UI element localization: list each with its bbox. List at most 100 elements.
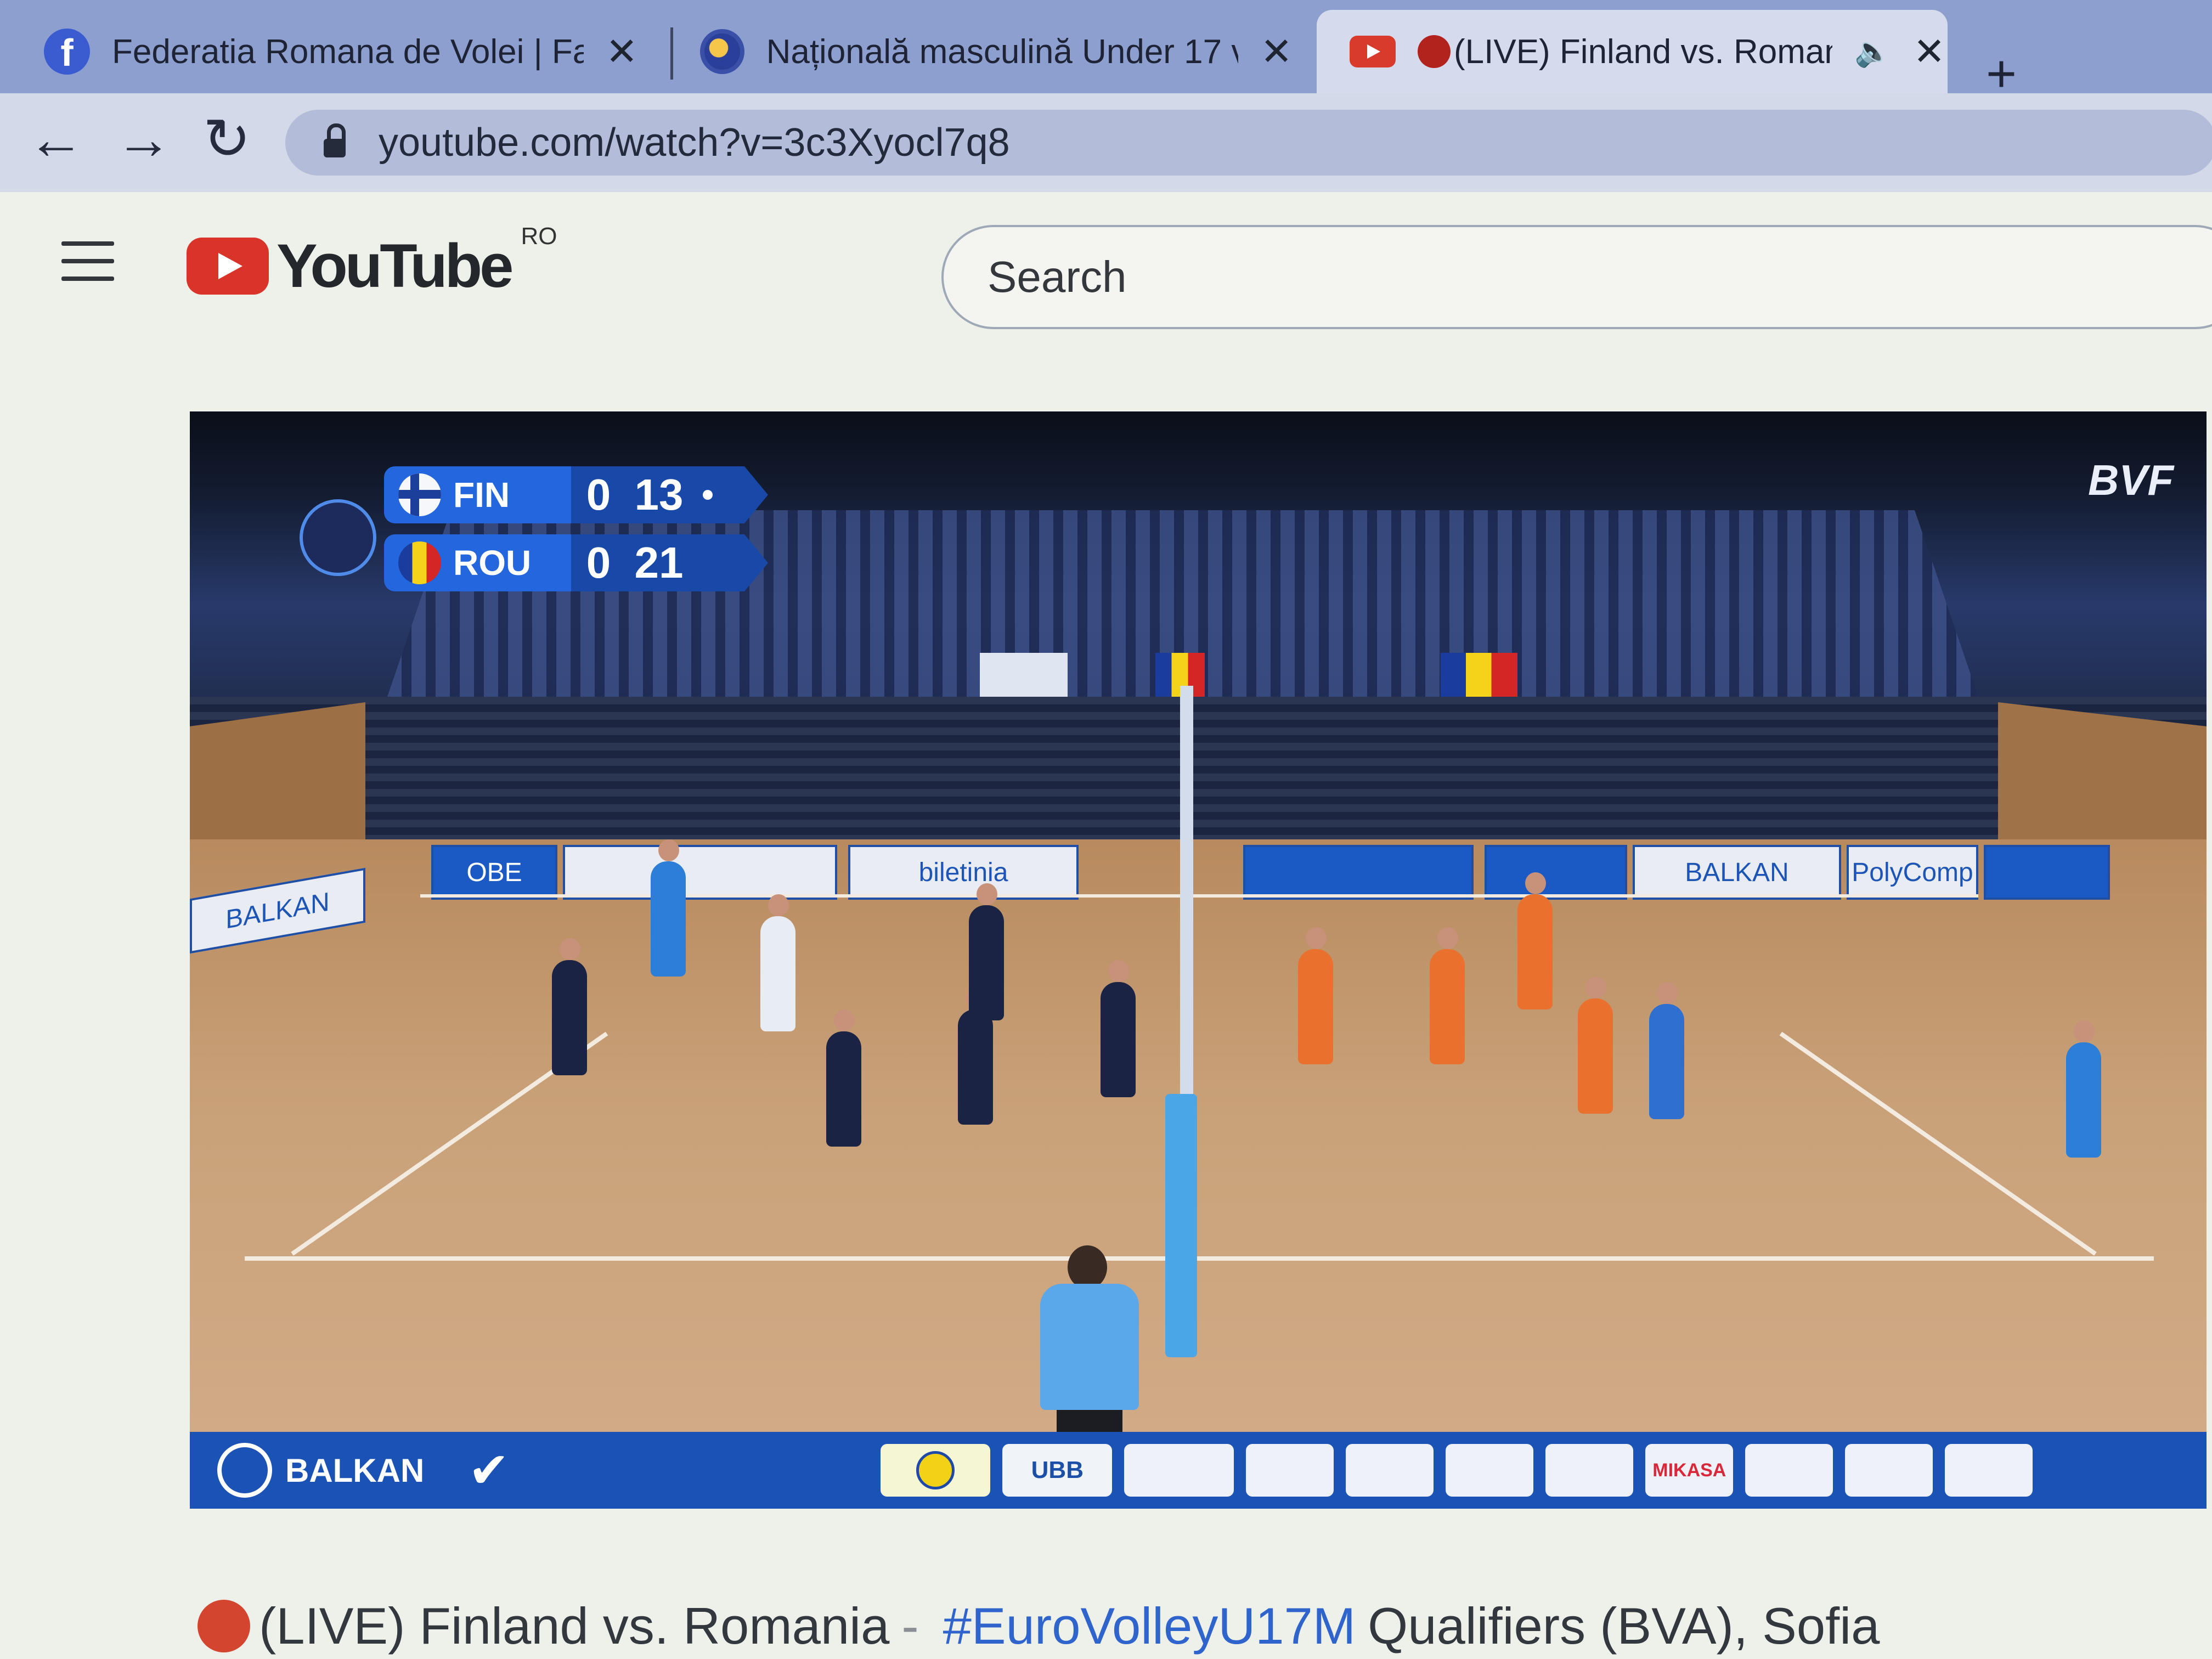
score-cell: 0 13 bbox=[571, 466, 768, 523]
balkan-logo: BALKAN bbox=[217, 1443, 424, 1498]
arena-wall bbox=[190, 697, 2207, 861]
facebook-icon: f bbox=[44, 29, 90, 75]
sponsor-logo bbox=[1545, 1444, 1634, 1497]
ad-board bbox=[563, 845, 837, 900]
team-cell: FIN bbox=[384, 466, 572, 523]
youtube-wordmark: YouTube bbox=[276, 232, 514, 300]
youtube-icon bbox=[1350, 36, 1396, 67]
sponsor-logo bbox=[1246, 1444, 1334, 1497]
menu-icon[interactable] bbox=[61, 241, 114, 294]
sponsor-bar: BALKAN ✔ UBB MIKASA bbox=[190, 1432, 2207, 1509]
ad-board: OBE bbox=[431, 845, 557, 900]
cev-icon: ✔ bbox=[468, 1443, 510, 1498]
live-record-icon bbox=[1418, 35, 1451, 68]
youtube-page: YouTube RO Search BALKAN OBE biletinia B… bbox=[0, 192, 2212, 1659]
hashtag-link[interactable]: #EuroVolleyU17M bbox=[943, 1596, 1356, 1656]
browser-tab-strip: f Federatia Romana de Volei | Face ✕ Naț… bbox=[0, 0, 2212, 103]
bvf-logo-text: BVF bbox=[2088, 456, 2174, 504]
sponsor-logo bbox=[1346, 1444, 1434, 1497]
tab-title: Federatia Romana de Volei | Face bbox=[112, 32, 584, 71]
tab-close-icon[interactable]: ✕ bbox=[1260, 29, 1293, 74]
search-placeholder: Search bbox=[988, 252, 1127, 301]
team-name: FIN bbox=[453, 475, 510, 515]
ad-board: BALKAN bbox=[1633, 845, 1841, 900]
globe-icon bbox=[700, 29, 744, 74]
ad-board: PolyComp bbox=[1847, 845, 1978, 900]
forward-button[interactable]: → bbox=[115, 111, 172, 168]
tab-youtube-live[interactable]: (LIVE) Finland vs. Romania 🔈 ✕ bbox=[1317, 10, 1948, 93]
ad-board bbox=[1485, 845, 1627, 900]
finland-flag-banner bbox=[980, 653, 1068, 697]
video-title-suffix: Qualifiers (BVA), Sofia bbox=[1368, 1597, 1880, 1655]
balkan-icon bbox=[217, 1443, 272, 1498]
balkan-label: BALKAN bbox=[285, 1452, 425, 1489]
player-romania-libero bbox=[1649, 982, 1684, 1119]
tab-divider bbox=[670, 27, 673, 80]
serve-indicator-icon bbox=[703, 490, 713, 500]
ad-board: biletinia bbox=[848, 845, 1079, 900]
video-player[interactable]: BALKAN OBE biletinia BALKAN PolyComp FIN… bbox=[190, 411, 2207, 1509]
search-input[interactable]: Search bbox=[941, 225, 2212, 329]
sponsor-logo-lidl bbox=[881, 1444, 991, 1497]
player-romania bbox=[1298, 927, 1333, 1064]
bvf-logo: BVF bbox=[2088, 455, 2174, 505]
sponsor-logo bbox=[1845, 1444, 1933, 1497]
youtube-logo[interactable]: YouTube RO bbox=[187, 223, 557, 301]
sets-won: 0 bbox=[586, 470, 611, 519]
player-finland-libero bbox=[760, 894, 795, 1031]
sponsor-logo bbox=[1124, 1444, 1234, 1497]
player-finland bbox=[958, 988, 993, 1125]
player-finland bbox=[826, 1009, 861, 1147]
youtube-play-icon bbox=[187, 237, 269, 295]
score-cell: 0 21 bbox=[571, 534, 768, 591]
back-button[interactable]: ← bbox=[27, 111, 84, 168]
sponsor-logo bbox=[1745, 1444, 1833, 1497]
court-endline bbox=[245, 1256, 2154, 1261]
live-record-icon bbox=[198, 1600, 250, 1652]
line-judge bbox=[2066, 1020, 2101, 1158]
finland-flag-icon bbox=[398, 473, 441, 516]
points: 21 bbox=[634, 538, 684, 587]
ad-board bbox=[1243, 845, 1474, 900]
scoreboard-row-home: FIN 0 13 bbox=[384, 466, 768, 523]
video-title-prefix: (LIVE) Finland vs. Romania bbox=[259, 1597, 890, 1655]
tab-title: Națională masculină Under 17 va bbox=[766, 32, 1239, 71]
court-floor bbox=[190, 839, 2207, 1509]
player-romania bbox=[1517, 872, 1553, 1009]
tab-close-icon[interactable]: ✕ bbox=[1913, 29, 1945, 74]
points: 13 bbox=[634, 470, 684, 519]
player-finland bbox=[969, 883, 1004, 1020]
tab-title: (LIVE) Finland vs. Romania bbox=[1454, 32, 1832, 71]
sponsor-logo bbox=[1945, 1444, 2033, 1497]
romania-flag-banner bbox=[1441, 653, 1517, 697]
team-name: ROU bbox=[453, 543, 532, 583]
net-post-pad bbox=[1165, 1094, 1197, 1357]
tab-facebook[interactable]: f Federatia Romana de Volei | Face ✕ bbox=[44, 10, 653, 93]
cev-logo: ✔ bbox=[468, 1442, 633, 1499]
ad-board bbox=[1984, 845, 2110, 900]
player-finland bbox=[552, 938, 587, 1075]
audio-playing-icon[interactable]: 🔈 bbox=[1854, 35, 1891, 69]
sponsor-logo-mikasa: MIKASA bbox=[1645, 1444, 1734, 1497]
country-code: RO bbox=[521, 222, 557, 250]
sponsor-logo bbox=[1446, 1444, 1534, 1497]
reload-button[interactable]: ↻ bbox=[203, 111, 251, 168]
player-romania bbox=[1430, 927, 1465, 1064]
scoreboard-row-away: ROU 0 21 bbox=[384, 534, 768, 591]
sponsor-logo-ubb: UBB bbox=[1002, 1444, 1113, 1497]
url-text[interactable]: youtube.com/watch?v=3c3Xyocl7q8 bbox=[379, 120, 1010, 165]
browser-toolbar: ← → ↻ youtube.com/watch?v=3c3Xyocl7q8 bbox=[0, 93, 2212, 192]
lock-icon[interactable] bbox=[324, 123, 346, 157]
romania-flag-icon bbox=[398, 541, 441, 584]
player-romania bbox=[1578, 977, 1613, 1114]
line-judge bbox=[651, 839, 686, 977]
sets-won: 0 bbox=[586, 538, 611, 587]
team-cell: ROU bbox=[384, 534, 572, 591]
balkan-volleyball-logo-icon bbox=[300, 499, 376, 576]
tab-close-icon[interactable]: ✕ bbox=[606, 29, 638, 74]
player-finland bbox=[1101, 960, 1136, 1097]
address-bar[interactable]: youtube.com/watch?v=3c3Xyocl7q8 bbox=[285, 110, 2212, 176]
tab-national-team[interactable]: Națională masculină Under 17 va ✕ bbox=[700, 10, 1293, 93]
video-title: (LIVE) Finland vs. Romania - #EuroVolley… bbox=[198, 1596, 1880, 1656]
video-title-dash: - bbox=[901, 1597, 919, 1655]
